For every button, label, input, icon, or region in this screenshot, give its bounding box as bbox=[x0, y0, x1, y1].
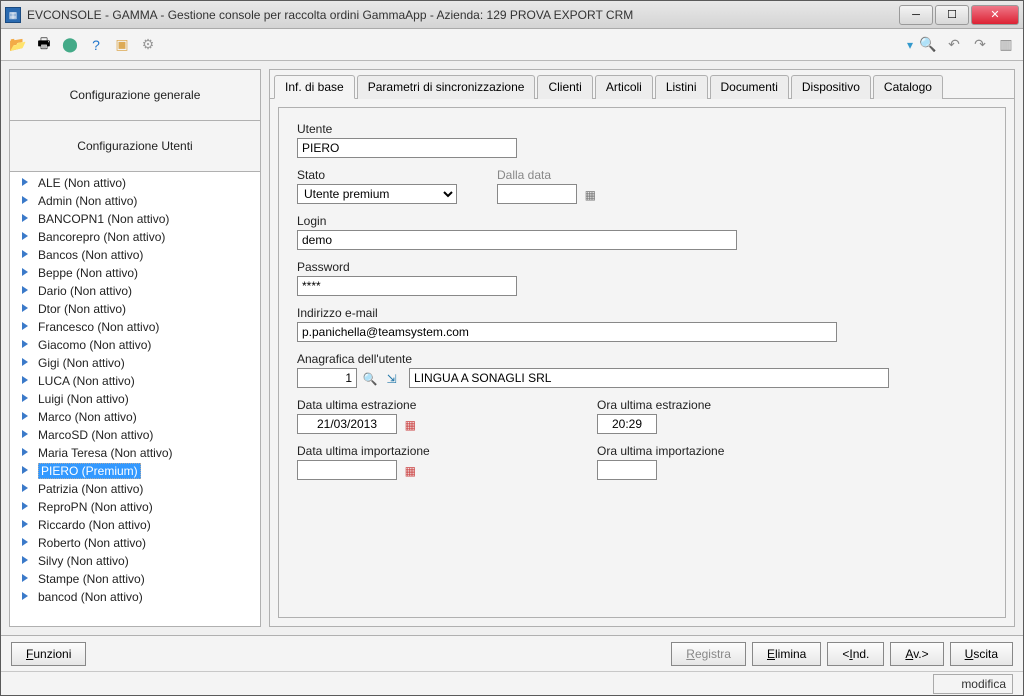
maximize-button[interactable]: ☐ bbox=[935, 5, 969, 25]
toolbar-gear-icon[interactable]: ⚙ bbox=[137, 34, 159, 56]
tree-item[interactable]: Dario (Non attivo) bbox=[10, 282, 260, 300]
tree-item[interactable]: Giacomo (Non attivo) bbox=[10, 336, 260, 354]
stato-select[interactable]: Utente premium bbox=[297, 184, 457, 204]
tree-item[interactable]: Silvy (Non attivo) bbox=[10, 552, 260, 570]
tabs-row: Inf. di baseParametri di sincronizzazion… bbox=[270, 70, 1014, 99]
tree-item[interactable]: ALE (Non attivo) bbox=[10, 174, 260, 192]
tree-item[interactable]: Maria Teresa (Non attivo) bbox=[10, 444, 260, 462]
toolbar-redo-icon[interactable]: ↷ bbox=[969, 34, 991, 56]
data-estrazione-input[interactable] bbox=[297, 414, 397, 434]
tab[interactable]: Parametri di sincronizzazione bbox=[357, 75, 536, 99]
login-input[interactable] bbox=[297, 230, 737, 250]
tab[interactable]: Documenti bbox=[710, 75, 789, 99]
ora-estrazione-input[interactable] bbox=[597, 414, 657, 434]
tree-item[interactable]: PIERO (Premium) bbox=[10, 462, 260, 480]
tree-item[interactable]: Marco (Non attivo) bbox=[10, 408, 260, 426]
lookup-icon[interactable]: 🔍 bbox=[362, 371, 378, 387]
toolbar-help-icon[interactable]: ? bbox=[85, 34, 107, 56]
tab-page-basic-info: Utente Stato Utente premium Dalla data ▦ bbox=[278, 107, 1006, 618]
login-label: Login bbox=[297, 214, 987, 228]
section-config-general[interactable]: Configurazione generale bbox=[9, 69, 261, 121]
dalla-data-label: Dalla data bbox=[497, 168, 598, 182]
tree-item[interactable]: ReproPN (Non attivo) bbox=[10, 498, 260, 516]
users-tree[interactable]: ALE (Non attivo)Admin (Non attivo)BANCOP… bbox=[9, 171, 261, 627]
tree-item[interactable]: Gigi (Non attivo) bbox=[10, 354, 260, 372]
data-estrazione-label: Data ultima estrazione bbox=[297, 398, 557, 412]
stato-label: Stato bbox=[297, 168, 457, 182]
tab[interactable]: Listini bbox=[655, 75, 708, 99]
section-config-users[interactable]: Configurazione Utenti bbox=[9, 120, 261, 172]
window-title: EVCONSOLE - GAMMA - Gestione console per… bbox=[27, 8, 897, 22]
close-button[interactable]: ✕ bbox=[971, 5, 1019, 25]
utente-label: Utente bbox=[297, 122, 987, 136]
data-import-label: Data ultima importazione bbox=[297, 444, 557, 458]
calendar-icon[interactable]: ▦ bbox=[582, 187, 598, 203]
titlebar: ▦ EVCONSOLE - GAMMA - Gestione console p… bbox=[1, 1, 1023, 29]
minimize-button[interactable]: ─ bbox=[899, 5, 933, 25]
data-import-input[interactable] bbox=[297, 460, 397, 480]
app-window: ▦ EVCONSOLE - GAMMA - Gestione console p… bbox=[0, 0, 1024, 696]
tree-item[interactable]: Francesco (Non attivo) bbox=[10, 318, 260, 336]
toolbar-folder-icon[interactable]: ▣ bbox=[111, 34, 133, 56]
email-label: Indirizzo e-mail bbox=[297, 306, 987, 320]
tree-item[interactable]: Luigi (Non attivo) bbox=[10, 390, 260, 408]
password-label: Password bbox=[297, 260, 987, 274]
tree-item[interactable]: BANCOPN1 (Non attivo) bbox=[10, 210, 260, 228]
registra-button[interactable]: Registra bbox=[671, 642, 746, 666]
ora-import-label: Ora ultima importazione bbox=[597, 444, 724, 458]
uscita-button[interactable]: Uscita bbox=[950, 642, 1013, 666]
tree-item[interactable]: Patrizia (Non attivo) bbox=[10, 480, 260, 498]
email-input[interactable] bbox=[297, 322, 837, 342]
toolbar-separator-icon: ▾ bbox=[907, 38, 913, 52]
toolbar-cd-icon[interactable]: ⬤ bbox=[59, 34, 81, 56]
indietro-button[interactable]: <Ind. bbox=[827, 642, 884, 666]
tree-item[interactable]: Dtor (Non attivo) bbox=[10, 300, 260, 318]
tree-item[interactable]: Admin (Non attivo) bbox=[10, 192, 260, 210]
ora-import-input[interactable] bbox=[597, 460, 657, 480]
toolbar-open-icon[interactable]: 📂 bbox=[7, 34, 29, 56]
tree-item[interactable]: Stampe (Non attivo) bbox=[10, 570, 260, 588]
tab[interactable]: Articoli bbox=[595, 75, 653, 99]
tree-item[interactable]: Bancos (Non attivo) bbox=[10, 246, 260, 264]
tree-item[interactable]: LUCA (Non attivo) bbox=[10, 372, 260, 390]
dalla-data-input[interactable] bbox=[497, 184, 577, 204]
tree-item[interactable]: MarcoSD (Non attivo) bbox=[10, 426, 260, 444]
status-indicator: modifica bbox=[933, 674, 1013, 694]
toolbar-print-icon[interactable]: 🖶 bbox=[33, 34, 55, 56]
avanti-button[interactable]: Av.> bbox=[890, 642, 943, 666]
tree-item[interactable]: Bancorepro (Non attivo) bbox=[10, 228, 260, 246]
link-icon[interactable]: ⇲ bbox=[384, 371, 400, 387]
calendar-icon[interactable]: ▦ bbox=[402, 417, 418, 433]
toolbar-layout-icon[interactable]: ▥ bbox=[995, 34, 1017, 56]
utente-input[interactable] bbox=[297, 138, 517, 158]
password-input[interactable] bbox=[297, 276, 517, 296]
tab[interactable]: Inf. di base bbox=[274, 75, 355, 99]
tab[interactable]: Catalogo bbox=[873, 75, 943, 99]
elimina-button[interactable]: Elimina bbox=[752, 642, 821, 666]
anagrafica-code-input[interactable] bbox=[297, 368, 357, 388]
tree-item[interactable]: Beppe (Non attivo) bbox=[10, 264, 260, 282]
bottom-bar: Funzioni Registra Elimina <Ind. Av.> Usc… bbox=[1, 635, 1023, 671]
tree-item[interactable]: Roberto (Non attivo) bbox=[10, 534, 260, 552]
toolbar: 📂 🖶 ⬤ ? ▣ ⚙ ▾ 🔍 ↶ ↷ ▥ bbox=[1, 29, 1023, 61]
tree-item[interactable]: bancod (Non attivo) bbox=[10, 588, 260, 606]
calendar-icon[interactable]: ▦ bbox=[402, 463, 418, 479]
funzioni-button[interactable]: Funzioni bbox=[11, 642, 86, 666]
toolbar-undo-icon[interactable]: ↶ bbox=[943, 34, 965, 56]
toolbar-search-icon[interactable]: 🔍 bbox=[917, 34, 939, 56]
tab[interactable]: Clienti bbox=[537, 75, 592, 99]
tab[interactable]: Dispositivo bbox=[791, 75, 871, 99]
anagrafica-name-input bbox=[409, 368, 889, 388]
ora-estrazione-label: Ora ultima estrazione bbox=[597, 398, 711, 412]
tree-item[interactable]: Riccardo (Non attivo) bbox=[10, 516, 260, 534]
app-icon: ▦ bbox=[5, 7, 21, 23]
anagrafica-label: Anagrafica dell'utente bbox=[297, 352, 987, 366]
